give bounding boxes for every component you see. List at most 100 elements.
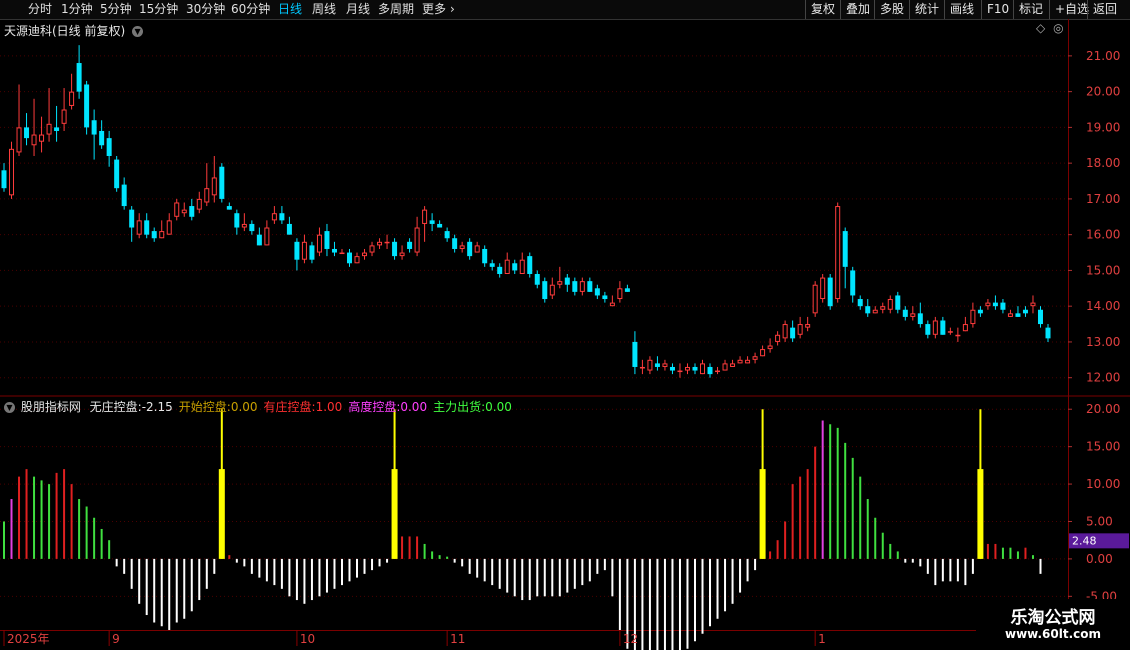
price-axis-label: 15.00 — [1086, 263, 1120, 277]
indicator-name: 股朋指标网 — [20, 400, 81, 414]
diamond-icon[interactable]: ◇ — [1036, 21, 1045, 35]
candle-body-up — [204, 188, 210, 203]
candle-body-down — [226, 206, 232, 210]
candle-body-up — [970, 309, 976, 325]
period-tab-1[interactable]: 1分钟 — [61, 2, 93, 17]
period-tab-5[interactable]: 60分钟 — [231, 2, 270, 17]
candle-body-up — [31, 134, 37, 146]
period-tab-6[interactable]: 日线 — [278, 2, 302, 17]
toolbar-button-8[interactable]: 返回 — [1087, 0, 1122, 19]
candle-body-up — [880, 306, 886, 310]
candle-body-up — [647, 359, 653, 371]
toolbar-button-2[interactable]: 多股 — [874, 0, 909, 19]
period-tab-8[interactable]: 月线 — [346, 2, 370, 17]
candle-body-up — [474, 245, 480, 253]
candle-body-down — [331, 248, 337, 253]
candle-body-down — [624, 288, 630, 292]
more-arrow-icon[interactable]: › — [450, 2, 455, 17]
candle-body-down — [114, 159, 120, 189]
candle-body-down — [564, 277, 570, 285]
title-dropdown-icon[interactable]: ▼ — [132, 26, 144, 37]
indicator-axis-label: 20.00 — [1086, 402, 1120, 416]
price-panel-title: 天源迪科(日线 前复权) ▼ — [4, 22, 144, 39]
candle-body-down — [857, 299, 863, 307]
candle-body-down — [1045, 327, 1051, 339]
candle-body-down — [437, 223, 443, 228]
candle-body-up — [760, 349, 766, 357]
period-tab-3[interactable]: 15分钟 — [139, 2, 178, 17]
candle-body-up — [1030, 302, 1036, 307]
xaxis-label: 10 — [300, 632, 315, 646]
current-value-label: 2.48 — [1072, 534, 1097, 547]
indicator-axis-label: 15.00 — [1086, 440, 1120, 454]
candle-body-up — [639, 366, 645, 369]
candle-body-down — [587, 281, 593, 292]
candle-body-up — [339, 252, 345, 255]
candle-body-down — [76, 63, 82, 92]
candle-body-up — [241, 223, 247, 228]
indicator-panel-title: ▼ 股朋指标网 无庄控盘:-2.15 开始控盘:0.00 有庄控盘:1.00 高度控盘… — [4, 398, 518, 415]
toolbar-button-6[interactable]: 标记 — [1013, 0, 1048, 19]
candle-body-up — [384, 241, 390, 244]
indicator-bar-signal-block — [391, 469, 398, 559]
candle-body-down — [842, 231, 848, 267]
indicator-field-label-0: 无庄控盘: — [89, 400, 142, 414]
indicator-dropdown-icon[interactable]: ▼ — [4, 402, 15, 413]
candle-body-down — [392, 241, 398, 257]
xaxis-label: 12 — [623, 632, 638, 646]
candle-body-down — [790, 327, 796, 339]
candle-body-down — [219, 166, 225, 199]
candle-body-up — [504, 259, 510, 274]
toolbar-button-4[interactable]: 画线 — [944, 0, 979, 19]
candle-body-up — [812, 284, 818, 314]
indicator-field-value-1: 0.00 — [230, 400, 258, 414]
period-tab-9[interactable]: 多周期 — [378, 2, 414, 17]
candle-body-up — [820, 277, 826, 300]
settings-circle-icon[interactable]: ◎ — [1053, 21, 1063, 35]
candle-body-down — [940, 320, 946, 335]
candle-body-up — [16, 127, 22, 153]
period-tab-10[interactable]: 更多 — [422, 2, 446, 17]
candle-body-up — [136, 220, 142, 235]
candle-body-up — [1007, 313, 1013, 317]
candle-body-down — [99, 130, 105, 146]
price-axis-label: 12.00 — [1086, 371, 1120, 385]
candle-body-down — [482, 248, 488, 264]
price-axis-label: 16.00 — [1086, 228, 1120, 242]
candle-body-down — [850, 270, 856, 296]
candle-body-down — [121, 184, 127, 207]
indicator-field-value-2: 1.00 — [315, 400, 343, 414]
candle-body-down — [407, 241, 413, 249]
price-axis-label: 18.00 — [1086, 156, 1120, 170]
candle-body-up — [422, 209, 428, 224]
indicator-bar-signal-block — [759, 469, 766, 559]
candle-body-up — [752, 356, 758, 360]
toolbar-button-5[interactable]: F10 — [981, 0, 1014, 19]
toolbar-button-0[interactable]: 复权 — [805, 0, 840, 19]
candle-body-up — [211, 177, 217, 196]
candle-body-down — [925, 324, 931, 335]
candle-body-up — [797, 324, 803, 335]
period-tab-2[interactable]: 5分钟 — [100, 2, 132, 17]
price-axis-label: 21.00 — [1086, 49, 1120, 63]
candle-body-down — [902, 309, 908, 317]
period-tab-0[interactable]: 分时 — [28, 2, 52, 17]
candle-body-up — [69, 91, 75, 106]
period-tab-4[interactable]: 30分钟 — [186, 2, 225, 17]
candle-body-down — [234, 213, 240, 228]
candle-body-up — [9, 148, 15, 196]
candle-body-up — [166, 220, 172, 235]
candle-body-down — [1037, 309, 1043, 325]
candle-body-up — [955, 334, 961, 337]
toolbar-button-1[interactable]: 叠加 — [840, 0, 875, 19]
candle-body-up — [316, 234, 322, 253]
period-tab-7[interactable]: 周线 — [312, 2, 336, 17]
candle-body-up — [745, 359, 751, 364]
candle-body-down — [602, 295, 608, 300]
xaxis-label: 1 — [818, 632, 826, 646]
toolbar-button-3[interactable]: 统计 — [909, 0, 944, 19]
candle-body-up — [579, 281, 585, 292]
kline-chart-area[interactable]: 21.0020.0019.0018.0017.0016.0015.0014.00… — [0, 19, 1130, 650]
watermark-url: www.60lt.com — [1004, 627, 1102, 641]
candle-body-up — [662, 363, 668, 367]
